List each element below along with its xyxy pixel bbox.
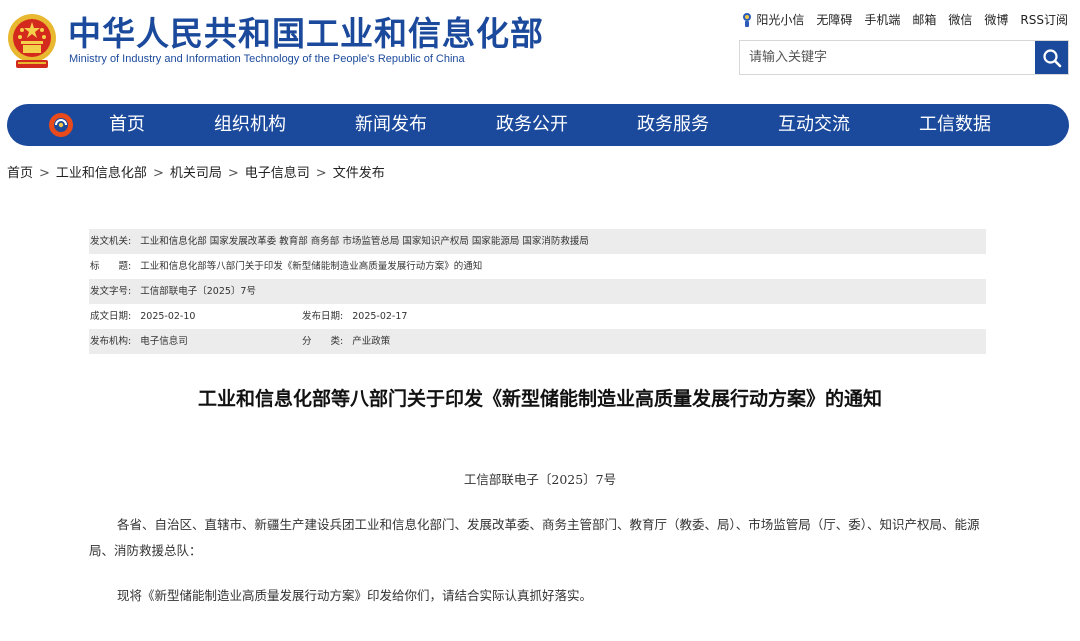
breadcrumb: 首页 > 工业和信息化部 > 机关司局 > 电子信息司 > 文件发布 (7, 162, 385, 181)
meta-label: 标 题: (90, 261, 132, 272)
meta-label: 成文日期: (90, 311, 132, 322)
meta-issuer-value: 工业和信息化部 国家发展改革委 教育部 商务部 市场监管总局 国家知识产权局 国… (140, 236, 589, 247)
meta-title-value: 工业和信息化部等八部门关于印发《新型储能制造业高质量发展行动方案》的通知 (140, 261, 483, 272)
article-paragraph: 现将《新型储能制造业高质量发展行动方案》印发给你们，请结合实际认真抓好落实。 (117, 588, 593, 603)
site-title[interactable]: 中华人民共和国工业和信息化部 (68, 14, 544, 54)
meta-category: 分 类: 产业政策 (302, 329, 390, 354)
breadcrumb-separator: > (39, 166, 50, 181)
meta-row-issuer: 发文机关: 工业和信息化部 国家发展改革委 教育部 商务部 市场监管总局 国家知… (89, 229, 986, 254)
nav-item-home[interactable]: 首页 (109, 104, 145, 146)
main-nav: 首页 组织机构 新闻发布 政务公开 政务服务 互动交流 工信数据 (7, 104, 1069, 146)
meta-label: 发文字号: (90, 286, 132, 297)
meta-label: 发布日期: (302, 311, 344, 322)
breadcrumb-ministry[interactable]: 工业和信息化部 (56, 166, 147, 181)
meta-published: 发布日期: 2025-02-17 (302, 304, 407, 329)
toplink-accessibility[interactable]: 无障碍 (816, 11, 852, 28)
meta-row-org: 发布机构: 电子信息司 分 类: 产业政策 (89, 329, 986, 354)
sun-mascot-icon (743, 12, 752, 27)
nav-item-public-affairs[interactable]: 政务公开 (496, 104, 568, 146)
breadcrumb-separator: > (227, 166, 239, 181)
toplink-rss[interactable]: RSS订阅 (1020, 11, 1068, 28)
article-paragraph: 各省、自治区、直辖市、新疆生产建设兵团工业和信息化部门、发展改革委、商务主管部门… (89, 517, 980, 558)
toplink-mobile[interactable]: 手机端 (864, 11, 900, 28)
nav-item-interaction[interactable]: 互动交流 (778, 104, 850, 146)
national-emblem-icon (8, 14, 56, 68)
nav-item-organization[interactable]: 组织机构 (214, 104, 286, 146)
breadcrumb-departments[interactable]: 机关司局 (170, 166, 222, 181)
meta-created-value: 2025-02-10 (140, 311, 196, 322)
ministry-logo-icon[interactable] (47, 111, 75, 139)
document-meta-table: 发文机关: 工业和信息化部 国家发展改革委 教育部 商务部 市场监管总局 国家知… (89, 229, 986, 354)
breadcrumb-documents[interactable]: 文件发布 (333, 166, 385, 181)
search-icon (1042, 48, 1061, 67)
top-links: 阳光小信 无障碍 手机端 邮箱 微信 微博 RSS订阅 (741, 11, 1068, 28)
meta-label: 发布机构: (90, 336, 132, 347)
meta-label: 发文机关: (90, 236, 132, 247)
breadcrumb-separator: > (152, 166, 164, 181)
toplink-sunshine[interactable]: 阳光小信 (741, 11, 804, 28)
search-button[interactable] (1035, 41, 1068, 74)
toplink-label: 阳光小信 (756, 13, 805, 27)
meta-row-docno: 发文字号: 工信部联电子〔2025〕7号 (89, 279, 986, 304)
breadcrumb-electronics-dept[interactable]: 电子信息司 (245, 166, 310, 181)
meta-org-value: 电子信息司 (140, 336, 188, 347)
search-box (739, 40, 1069, 75)
document-number: 工信部联电子〔2025〕7号 (463, 472, 617, 487)
meta-category-value: 产业政策 (352, 336, 391, 347)
meta-row-dates: 成文日期: 2025-02-10 发布日期: 2025-02-17 (89, 304, 986, 329)
meta-row-title: 标 题: 工业和信息化部等八部门关于印发《新型储能制造业高质量发展行动方案》的通… (89, 254, 986, 279)
breadcrumb-home[interactable]: 首页 (7, 166, 33, 181)
meta-label: 分 类: (302, 336, 344, 347)
nav-item-data[interactable]: 工信数据 (919, 104, 991, 146)
meta-published-value: 2025-02-17 (352, 311, 408, 322)
toplink-wechat[interactable]: 微信 (948, 11, 972, 28)
article-title: 工业和信息化部等八部门关于印发《新型储能制造业高质量发展行动方案》的通知 (197, 388, 882, 410)
nav-item-news[interactable]: 新闻发布 (355, 104, 427, 146)
meta-docno-value: 工信部联电子〔2025〕7号 (140, 286, 256, 297)
nav-item-services[interactable]: 政务服务 (637, 104, 709, 146)
breadcrumb-separator: > (315, 166, 327, 181)
site-subtitle: Ministry of Industry and Information Tec… (69, 53, 465, 65)
search-input[interactable] (740, 41, 1035, 74)
toplink-weibo[interactable]: 微博 (984, 11, 1008, 28)
toplink-email[interactable]: 邮箱 (912, 11, 936, 28)
